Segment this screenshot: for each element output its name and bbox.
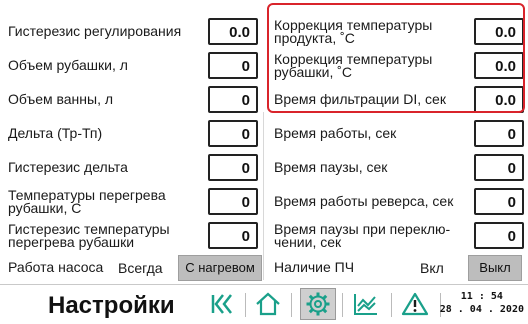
nav-separator [291, 293, 292, 317]
param-value-input[interactable]: 0 [208, 154, 258, 181]
param-row: Гистерезис регулирования 0.0 [0, 13, 264, 50]
param-row: Время паузы, сек 0 [264, 149, 528, 186]
param-value-input[interactable]: 0 [474, 154, 524, 181]
datetime-display: 11 : 54 28 . 04 . 2020 [440, 290, 524, 316]
param-row: Время работы реверса, сек 0 [264, 183, 528, 220]
first-page-button[interactable] [204, 288, 240, 320]
pch-off-button[interactable]: Выкл [468, 254, 522, 281]
param-label: Гистерезис температуры перегрева рубашки [8, 220, 170, 250]
highlight-frame [267, 3, 525, 113]
first-page-icon [211, 294, 232, 314]
pump-heating-button[interactable]: С нагревом [178, 254, 262, 281]
pump-mode-label: Всегда [118, 259, 163, 276]
param-value-input[interactable]: 0 [208, 86, 258, 113]
page-title: Настройки [48, 292, 175, 319]
param-row: Гистерезис дельта 0 [0, 149, 264, 186]
param-label: Гистерезис дельта [8, 159, 128, 175]
param-value-input[interactable]: 0 [474, 222, 524, 249]
pump-row: Работа насоса Всегда С нагревом [0, 249, 264, 286]
param-row: Дельта (Тр-Тп) 0 [0, 115, 264, 152]
charts-button[interactable] [348, 288, 384, 320]
clock-date: 28 . 04 . 2020 [439, 304, 524, 315]
param-value-input[interactable]: 0.0 [208, 18, 258, 45]
alarm-warning-icon [401, 292, 429, 316]
pump-label: Работа насоса [8, 259, 104, 275]
param-value-input[interactable]: 0 [208, 188, 258, 215]
pch-label: Наличие ПЧ [274, 259, 355, 275]
settings-gear-icon [306, 292, 330, 316]
alarms-button[interactable] [397, 288, 433, 320]
param-value-input[interactable]: 0 [474, 188, 524, 215]
param-label: Время паузы, сек [274, 159, 388, 175]
param-value-input[interactable]: 0 [208, 120, 258, 147]
param-value-input[interactable]: 0 [474, 120, 524, 147]
nav-separator [245, 293, 246, 317]
param-label: Время паузы при переклю- чении, сек [274, 220, 451, 250]
clock-time: 11 : 54 [460, 291, 503, 302]
param-label: Объем ванны, л [8, 91, 114, 107]
param-row: Объем рубашки, л 0 [0, 47, 264, 84]
param-row: Время работы, сек 0 [264, 115, 528, 152]
param-label: Дельта (Тр-Тп) [8, 125, 103, 141]
param-value-input[interactable]: 0 [208, 222, 258, 249]
settings-button[interactable] [300, 288, 336, 320]
param-label: Температуры перегрева рубашки, С [8, 186, 166, 216]
chart-icon [354, 294, 377, 315]
bottom-nav-bar: Настройки 11: 54 28 . 04 . 2020 [0, 284, 528, 324]
pch-row: Наличие ПЧ Вкл Выкл [264, 249, 528, 286]
param-label: Объем рубашки, л [8, 57, 128, 73]
home-button[interactable] [250, 288, 286, 320]
nav-separator [342, 293, 343, 317]
param-row: Объем ванны, л 0 [0, 81, 264, 118]
param-label: Гистерезис регулирования [8, 23, 182, 39]
param-label: Время работы, сек [274, 125, 397, 141]
param-label: Время работы реверса, сек [274, 193, 454, 209]
home-icon [256, 292, 280, 316]
param-value-input[interactable]: 0 [208, 52, 258, 79]
param-row: Температуры перегрева рубашки, С 0 [0, 183, 264, 220]
pch-state-label: Вкл [420, 259, 444, 276]
nav-separator [391, 293, 392, 317]
